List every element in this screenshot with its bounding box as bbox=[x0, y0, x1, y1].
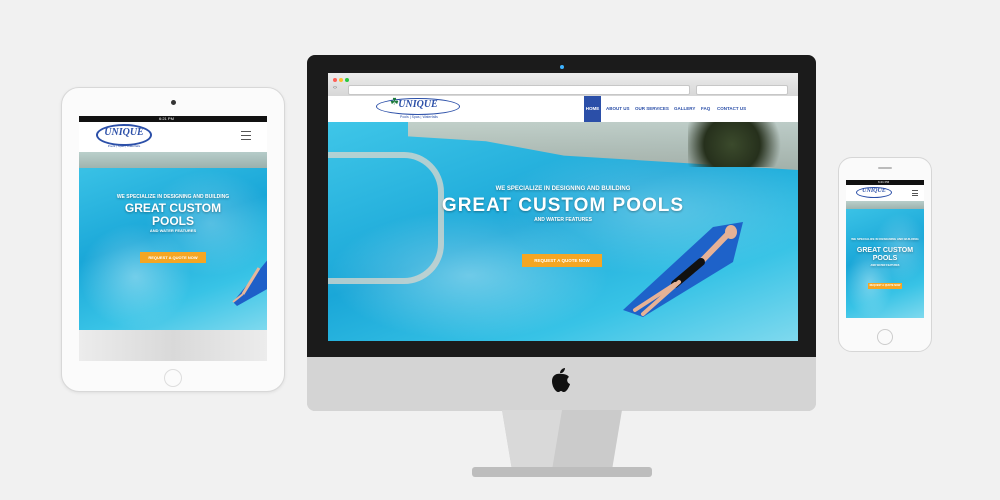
swimmer-image bbox=[232, 260, 267, 306]
hamburger-menu-icon[interactable] bbox=[912, 190, 918, 196]
apple-icon bbox=[550, 367, 572, 393]
request-quote-button[interactable]: REQUEST A QUOTE NOW bbox=[868, 283, 902, 289]
site-logo[interactable]: UNIQUE bbox=[96, 124, 152, 146]
hero-headline-line1: GREAT CUSTOM bbox=[856, 247, 914, 254]
browser-chrome: ‹› bbox=[328, 73, 798, 97]
phone-device: 6:21 PM UNIQUE WE SPECIALIZE IN DESIGNIN… bbox=[838, 157, 932, 352]
swimmer-image bbox=[623, 222, 743, 317]
palm-tree-icon: ☘ bbox=[390, 97, 399, 108]
hero-kicker: WE SPECIALIZE IN DESIGNING AND BUILDING bbox=[116, 194, 230, 200]
hero-banner: WE SPECIALIZE IN DESIGNING AND BUILDING … bbox=[328, 122, 798, 341]
site-logo[interactable]: UNIQUE bbox=[856, 187, 892, 198]
hero-sub: AND WATER FEATURES bbox=[870, 264, 900, 267]
phone-header: UNIQUE bbox=[846, 185, 924, 201]
window-minimize-icon[interactable] bbox=[339, 78, 343, 82]
pool-deck bbox=[846, 201, 924, 209]
tablet-camera bbox=[171, 100, 176, 105]
pool-deck bbox=[79, 152, 267, 168]
nav-about-us[interactable]: ABOUT US bbox=[606, 96, 630, 122]
phone-home-button bbox=[877, 329, 893, 345]
tablet-header: UNIQUE Pools | Spas | Waterfalls bbox=[79, 122, 267, 152]
request-quote-button[interactable]: REQUEST A QUOTE NOW bbox=[140, 252, 206, 263]
logo-tagline: Pools | Spas | Waterfalls bbox=[107, 144, 141, 148]
browser-back-icon[interactable]: ‹› bbox=[333, 85, 337, 91]
hero-sub: AND WATER FEATURES bbox=[149, 228, 197, 233]
nav-home[interactable]: HOME bbox=[584, 96, 601, 122]
imac-stand bbox=[472, 410, 652, 477]
hero-banner: WE SPECIALIZE IN DESIGNING AND BUILDING … bbox=[846, 201, 924, 318]
hero-headline-line2: POOLS bbox=[872, 255, 898, 262]
phone-speaker bbox=[878, 167, 892, 169]
hero-headline-line1: GREAT CUSTOM bbox=[124, 201, 222, 215]
desktop-screen: ‹› UNIQUE ☘ Pools | Spas | Waterfalls HO… bbox=[328, 73, 798, 341]
tablet-screen: 6:21 PM UNIQUE Pools | Spas | Waterfalls… bbox=[79, 116, 267, 361]
logo-text: UNIQUE bbox=[104, 127, 144, 138]
hero-kicker: WE SPECIALIZE IN DESIGNING AND BUILDING bbox=[851, 237, 919, 241]
nav-gallery[interactable]: GALLERY bbox=[674, 96, 696, 122]
testimonial-strip bbox=[79, 330, 267, 361]
hero-headline-line2: POOLS bbox=[151, 214, 194, 228]
browser-search-field[interactable] bbox=[696, 85, 788, 95]
logo-text: UNIQUE bbox=[862, 188, 886, 194]
hero-kicker: WE SPECIALIZE IN DESIGNING AND BUILDING bbox=[495, 186, 631, 192]
nav-faq[interactable]: FAQ bbox=[701, 96, 713, 122]
nav-contact-us[interactable]: CONTACT US bbox=[717, 96, 749, 122]
logo-tagline: Pools | Spas | Waterfalls bbox=[400, 115, 438, 119]
address-bar[interactable] bbox=[348, 85, 690, 95]
site-header: UNIQUE ☘ Pools | Spas | Waterfalls HOME … bbox=[328, 96, 798, 122]
tablet-device: 6:21 PM UNIQUE Pools | Spas | Waterfalls… bbox=[61, 87, 285, 392]
site-logo[interactable]: UNIQUE bbox=[376, 98, 460, 115]
hamburger-menu-icon[interactable] bbox=[241, 131, 251, 140]
window-close-icon[interactable] bbox=[333, 78, 337, 82]
window-maximize-icon[interactable] bbox=[345, 78, 349, 82]
request-quote-button[interactable]: REQUEST A QUOTE NOW bbox=[522, 254, 602, 267]
tablet-home-button bbox=[164, 369, 182, 387]
nav-our-services[interactable]: OUR SERVICES bbox=[635, 96, 671, 122]
hero-headline: GREAT CUSTOM POOLS bbox=[441, 195, 685, 216]
phone-screen: 6:21 PM UNIQUE WE SPECIALIZE IN DESIGNIN… bbox=[846, 180, 924, 318]
hero-banner: WE SPECIALIZE IN DESIGNING AND BUILDING … bbox=[79, 152, 267, 330]
imac-camera bbox=[560, 65, 564, 69]
planter-shrubs bbox=[688, 122, 798, 167]
